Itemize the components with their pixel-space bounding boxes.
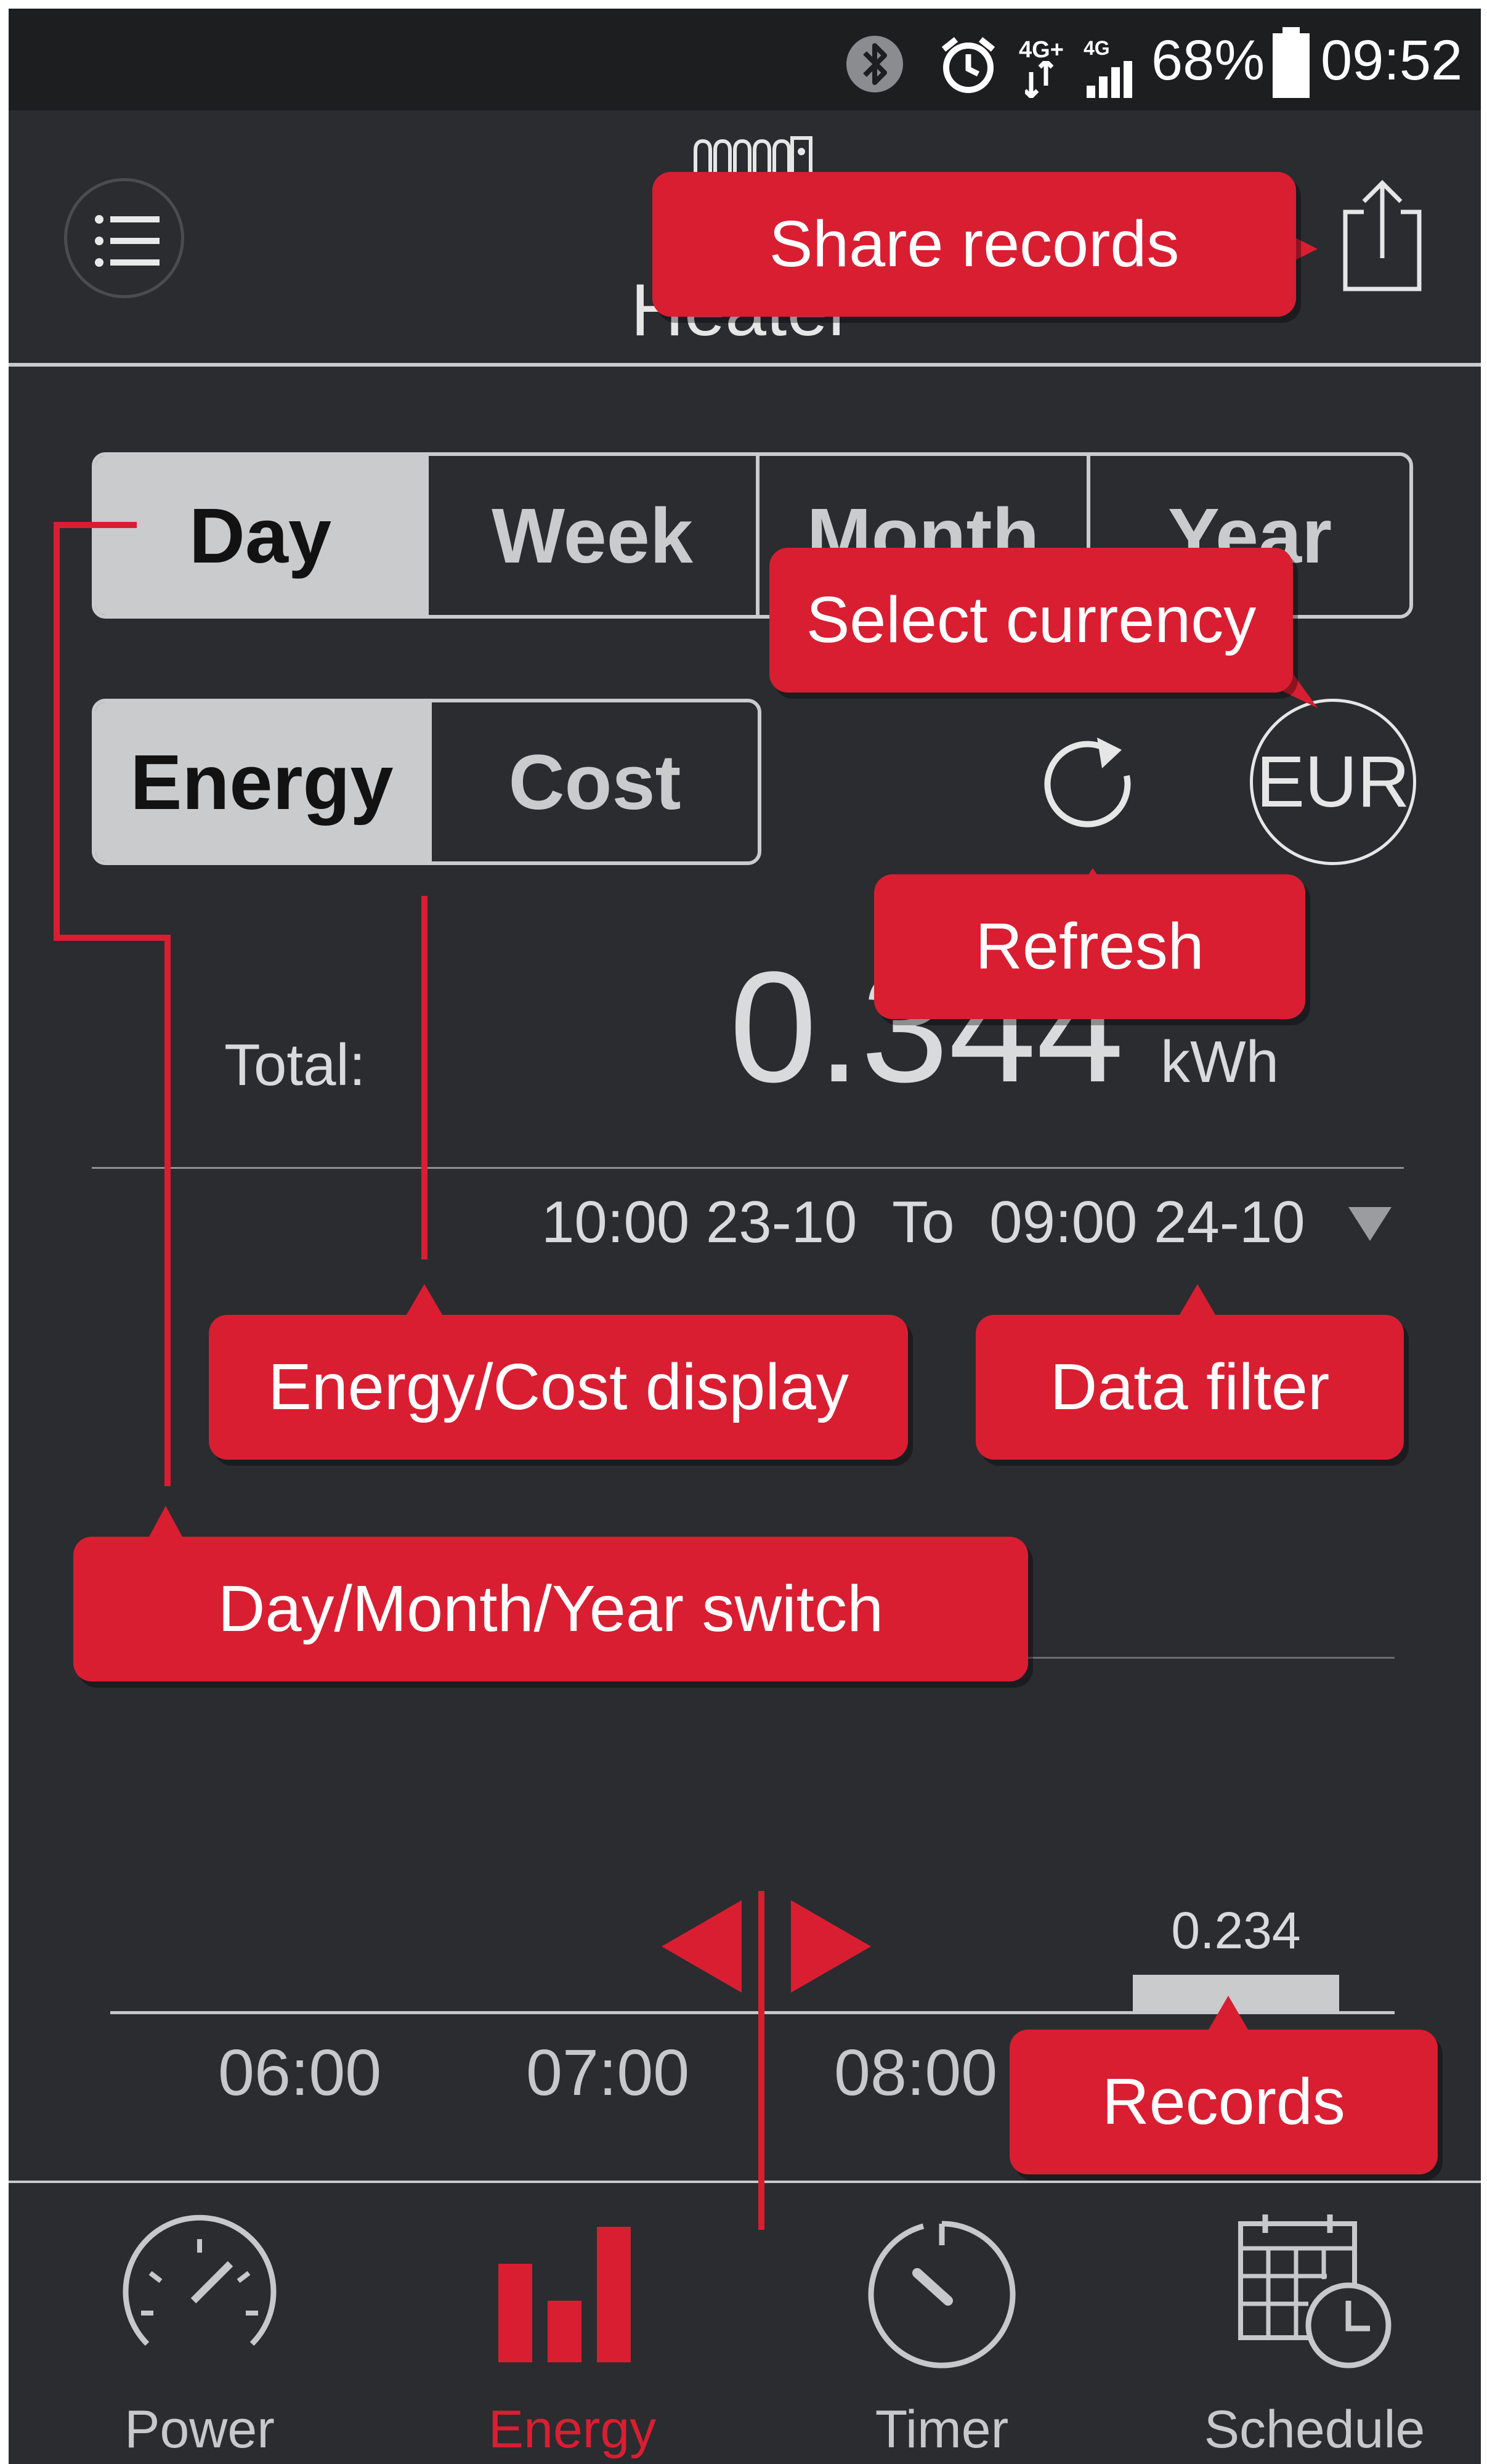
callout-period-switch: Day/Month/Year switch (73, 1537, 1028, 1681)
battery-percent: 68% (1151, 29, 1265, 92)
tab-week[interactable]: Week (425, 456, 756, 615)
callout-records: Records (1010, 2030, 1438, 2174)
bars-icon (498, 2227, 631, 2362)
currency-button[interactable]: EUR (1250, 699, 1416, 865)
network-type-small: 4G (1084, 37, 1110, 59)
annotation-line (421, 896, 427, 1259)
total-label: Total: (224, 1032, 366, 1098)
battery-icon (1273, 27, 1310, 98)
chevron-down-icon[interactable] (1348, 1207, 1392, 1241)
share-icon[interactable] (1339, 178, 1425, 292)
annotation-line (54, 522, 137, 528)
x-tick-label: 08:00 (834, 2036, 998, 2109)
status-bar: 4G+ 4G 68% 09:52 (9, 9, 1481, 110)
filter-to: 09:00 24-10 (989, 1189, 1305, 1255)
data-filter[interactable]: 10:00 23-10 To 09:00 24-10 (541, 1189, 1305, 1256)
nav-label: Power (124, 2400, 275, 2459)
bar-value-label: 0.234 (1171, 1901, 1301, 1959)
gauge-icon (123, 2214, 277, 2346)
schedule-icon (1238, 2214, 1392, 2368)
header-divider (9, 363, 1481, 367)
tab-day[interactable]: Day (95, 456, 425, 615)
energy-cost-switch: Energy Cost (92, 699, 761, 865)
nav-item-schedule[interactable]: Schedule (1161, 2202, 1469, 2464)
bluetooth-icon (846, 36, 903, 92)
tab-cost[interactable]: Cost (428, 702, 758, 861)
signal-icon (1025, 61, 1132, 98)
total-divider (92, 1167, 1404, 1169)
menu-icon (95, 215, 160, 267)
total-unit: kWh (1161, 1029, 1279, 1095)
nav-item-timer[interactable]: Timer (788, 2202, 1096, 2464)
callout-data-filter: Data filter (976, 1315, 1404, 1460)
alarm-icon (941, 37, 995, 93)
tab-energy[interactable]: Energy (95, 702, 428, 861)
annotation-line (164, 935, 171, 1486)
callout-select-currency: Select currency (769, 548, 1293, 693)
refresh-icon[interactable] (1040, 733, 1151, 844)
filter-from: 10:00 23-10 (541, 1189, 857, 1255)
nav-item-power[interactable]: Power (46, 2202, 354, 2464)
nav-label: Timer (875, 2400, 1009, 2459)
nav-item-energy[interactable]: Energy (418, 2202, 726, 2464)
chart-scroll-arrows-icon[interactable] (662, 1888, 871, 2005)
app-screen: 4G+ 4G 68% 09:52 Heater (9, 9, 1481, 2464)
filter-to-word: To (892, 1189, 955, 1255)
chart-bar[interactable] (1133, 1974, 1339, 2011)
x-tick-label: 06:00 (218, 2036, 382, 2109)
callout-share-records: Share records (652, 172, 1296, 317)
clock: 09:52 (1321, 29, 1463, 92)
callout-energy-cost-display: Energy/Cost display (209, 1315, 908, 1460)
network-type: 4G+ (1019, 37, 1064, 63)
menu-button[interactable] (64, 178, 184, 298)
nav-label: Schedule (1204, 2400, 1425, 2459)
annotation-line (54, 522, 60, 941)
chart-baseline (110, 2011, 1395, 2014)
callout-refresh: Refresh (874, 874, 1305, 1019)
nav-label: Energy (488, 2400, 657, 2459)
annotation-line (54, 935, 171, 941)
annotation-line (758, 1891, 764, 2230)
nav-divider (9, 2181, 1481, 2183)
x-tick-label: 07:00 (526, 2036, 690, 2109)
timer-icon (868, 2221, 1016, 2368)
